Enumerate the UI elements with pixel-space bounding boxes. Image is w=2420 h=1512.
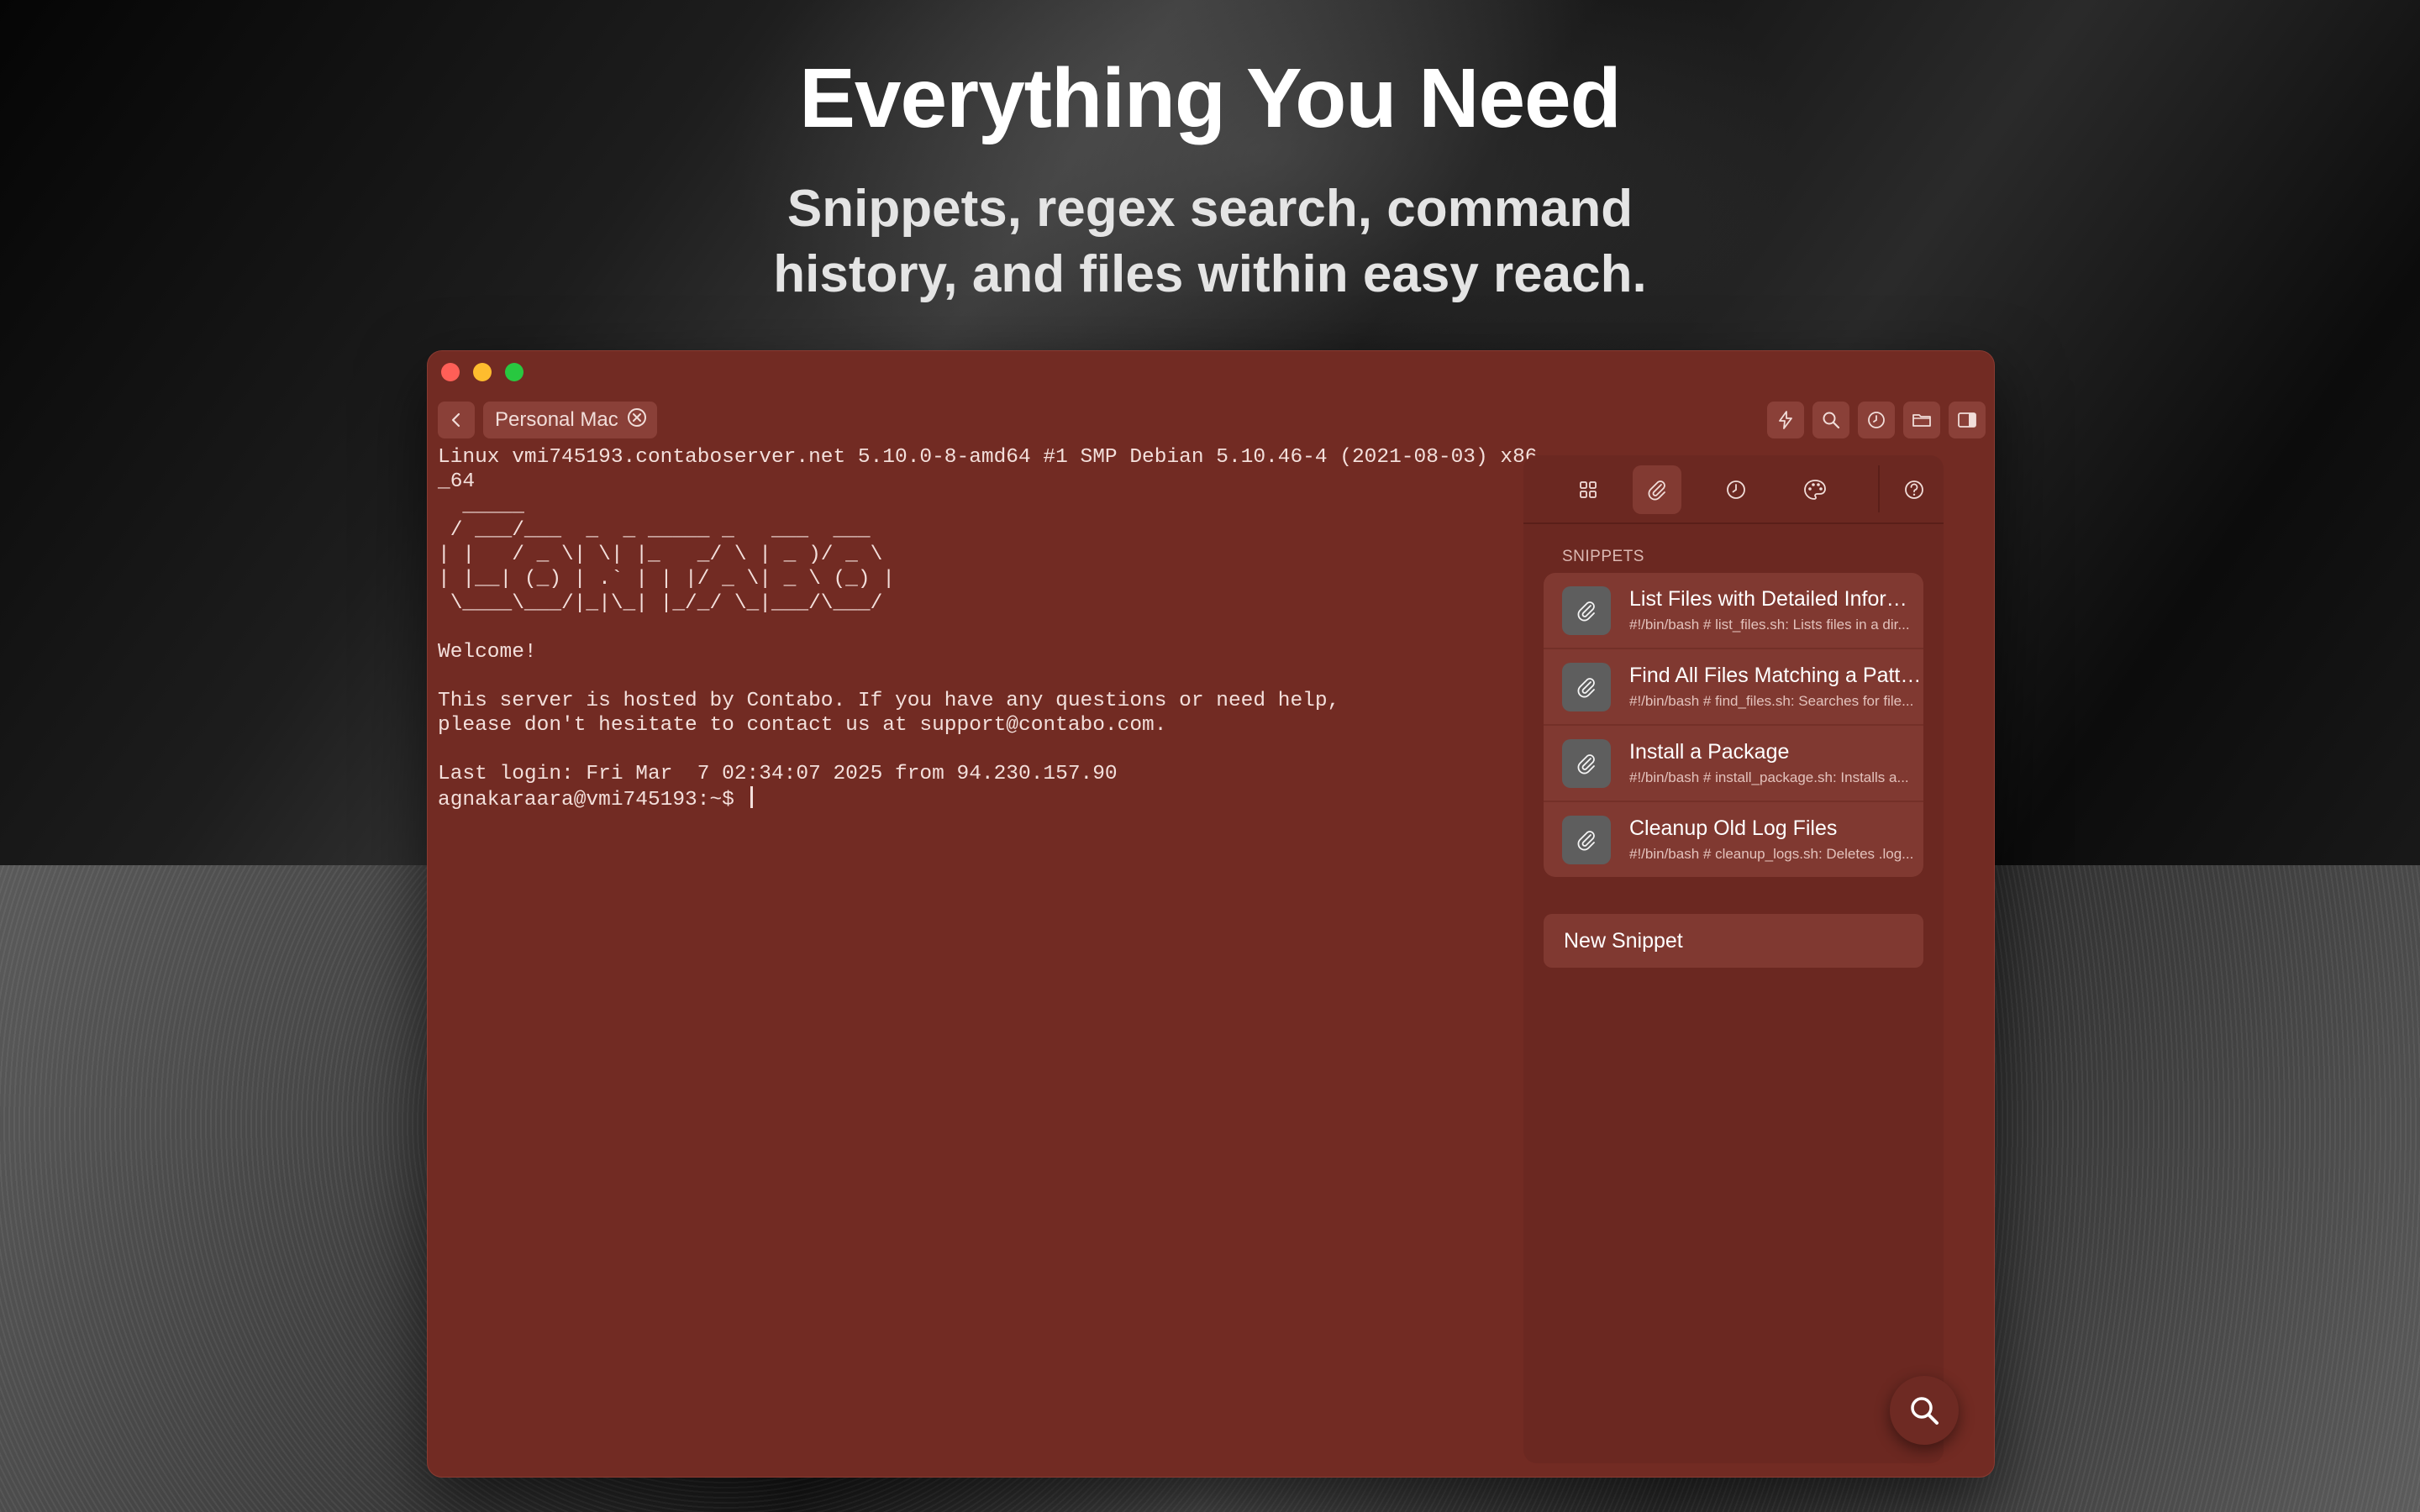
terminal-line: please don't hesitate to contact us at s… [438,714,1167,737]
list-item[interactable]: Find All Files Matching a Pattern #!/bin… [1544,649,1923,726]
terminal-line: _64 [438,470,476,493]
clock-icon [1727,480,1745,499]
tab-help[interactable] [1890,465,1939,514]
hero-title: Everything You Need [799,51,1622,145]
terminal-line: \____\___/|_|\_| |_/_/ \_|___/\___/ [450,592,883,615]
snippet-preview: #!/bin/bash # install_package.sh: Instal… [1629,769,1909,785]
terminal-line: Last login: Fri Mar 7 02:34:07 2025 from… [438,763,1118,785]
session-tab[interactable]: Personal Mac [483,402,657,438]
chevron-left-icon [451,412,460,428]
snippet-text: List Files with Detailed Information #!/… [1629,587,1923,633]
terminal-line: This server is hosted by Contabo. If you… [438,690,1340,712]
window-toolbar [1767,402,1986,438]
help-icon [1905,480,1923,499]
minimize-window-button[interactable] [473,363,492,381]
snippet-icon [1562,585,1611,635]
tab-snippets[interactable] [1633,465,1681,514]
paperclip-icon [1577,601,1595,621]
snippet-icon [1562,738,1611,788]
grid-icon [1580,481,1597,498]
hero-subtitle-line-1: Snippets, regex search, command [786,180,1634,238]
toggle-sidebar-button[interactable] [1949,402,1986,438]
paperclip-icon [1648,480,1665,501]
tab-bar: Personal Mac [438,402,657,438]
files-button[interactable] [1903,402,1940,438]
snippet-text: Install a Package #!/bin/bash # install_… [1629,740,1923,786]
list-item[interactable]: Install a Package #!/bin/bash # install_… [1544,726,1923,802]
snippet-icon [1562,815,1611,864]
paperclip-icon [1577,830,1595,850]
floating-search-button[interactable] [1890,1376,1959,1445]
hero-subtitle: Snippets, regex search, command history,… [748,176,1672,307]
close-window-button[interactable] [441,363,460,381]
close-circle-icon [627,407,646,427]
snippet-title: Find All Files Matching a Pattern [1629,664,1923,687]
terminal-line: | | / _ \| \| |_ _/ \ | _ )/ _ \ [438,543,883,566]
list-item[interactable]: List Files with Detailed Information #!/… [1544,573,1923,649]
history-button[interactable] [1858,402,1895,438]
lightning-icon [1779,411,1792,429]
terminal-prompt: agnakaraara@vmi745193:~$ [438,789,747,811]
snippet-icon [1562,662,1611,711]
paperclip-icon [1577,753,1595,774]
search-button[interactable] [1812,402,1849,438]
snippet-text: Find All Files Matching a Pattern #!/bin… [1629,664,1923,710]
snippet-title: Install a Package [1629,740,1790,764]
sidebar-panel: SNIPPETS List Files with Detailed Inform… [1523,455,1944,1463]
terminal-output[interactable]: Linux vmi745193.contaboserver.net 5.10.0… [438,445,1538,1453]
snippet-preview: #!/bin/bash # list_files.sh: Lists files… [1629,617,1910,633]
snippet-preview: #!/bin/bash # cleanup_logs.sh: Deletes .… [1629,846,1914,862]
new-snippet-button[interactable]: New Snippet [1544,914,1923,968]
list-item[interactable]: Cleanup Old Log Files #!/bin/bash # clea… [1544,802,1923,877]
terminal-line: / ___/___ _ _ _____ _ ___ ___ [450,519,871,542]
terminal-line: _____ [462,495,524,517]
back-button[interactable] [438,402,475,438]
window-controls [441,363,523,381]
tab-themes[interactable] [1791,465,1839,514]
hero-subtitle-line-2: history, and files within easy reach. [773,245,1647,303]
palette-icon [1804,480,1826,500]
terminal-line: Welcome! [438,641,537,664]
snippet-title: List Files with Detailed Information [1629,587,1923,611]
zoom-window-button[interactable] [505,363,523,381]
sidebar-icon [1958,412,1976,428]
search-icon [1911,1397,1939,1425]
snippet-title: Cleanup Old Log Files [1629,816,1838,840]
snippet-text: Cleanup Old Log Files #!/bin/bash # clea… [1629,816,1923,863]
search-icon [1823,412,1840,429]
terminal-window: Personal Mac Linux vmi745193.contaboserv… [427,350,1995,1478]
tab-history[interactable] [1712,465,1760,514]
section-label-snippets: SNIPPETS [1562,548,1644,565]
terminal-cursor [750,786,753,808]
folder-icon [1912,414,1931,427]
session-tab-label: Personal Mac [495,408,618,431]
tab-separator [1878,465,1880,512]
tab-overview[interactable] [1564,465,1612,514]
paperclip-icon [1577,677,1595,697]
history-icon [1868,412,1885,428]
terminal-line: | |__| (_) | .` | | |/ _ \| _ \ (_) | [438,568,895,591]
snippet-list: List Files with Detailed Information #!/… [1544,573,1923,877]
terminal-lines: Linux vmi745193.contaboserver.net 5.10.0… [438,446,1538,785]
panel-tab-bar [1523,455,1944,524]
snippet-preview: #!/bin/bash # find_files.sh: Searches fo… [1629,693,1914,709]
close-tab-button[interactable] [627,407,647,433]
terminal-line: Linux vmi745193.contaboserver.net 5.10.0… [438,446,1538,469]
quick-actions-button[interactable] [1767,402,1804,438]
